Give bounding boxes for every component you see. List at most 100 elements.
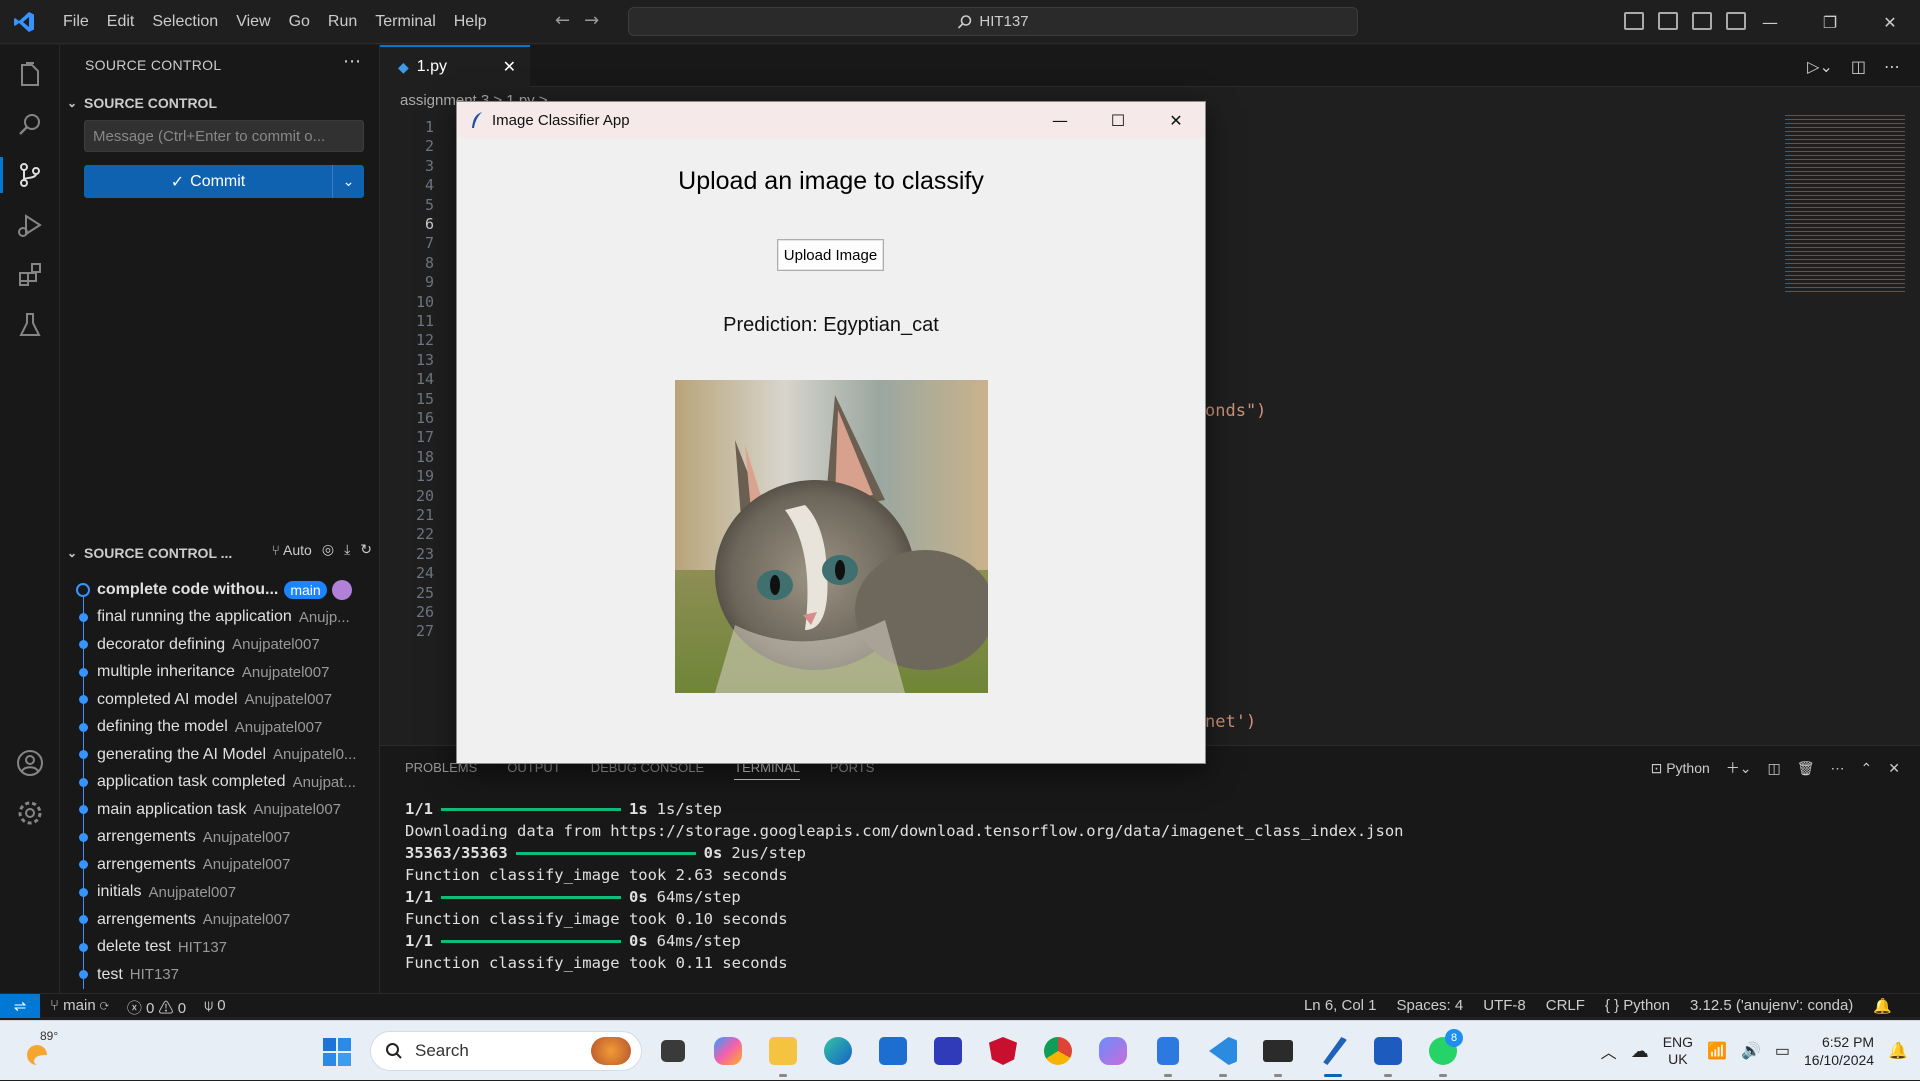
maximize-icon[interactable]: ❐ [1800,0,1860,44]
close-panel-icon[interactable]: ✕ [1888,760,1900,777]
toggle-panel-icon[interactable] [1658,12,1678,30]
commit-row[interactable]: delete test HIT137 [60,933,380,961]
menu-item-edit[interactable]: Edit [98,13,144,31]
task-view-icon[interactable] [655,1031,691,1071]
problems-status[interactable]: ⓧ 0 ⚠ 0 [127,997,186,1018]
python-tk-feather-icon[interactable] [1315,1031,1351,1077]
minimize-icon[interactable]: — [1740,0,1800,44]
commit-row[interactable]: arrengements Anujpatel007 [60,906,380,934]
ports-status[interactable]: ⍦ 0 [204,997,226,1018]
settings-gear-icon[interactable] [12,795,48,831]
commit-dropdown-chevron-icon[interactable]: ⌄ [332,165,364,198]
windows-start-icon[interactable] [322,1037,352,1067]
chrome-icon[interactable] [1040,1031,1076,1071]
commit-button[interactable]: ✓ Commit [84,165,332,198]
encoding[interactable]: UTF-8 [1483,997,1526,1015]
onedrive-icon[interactable]: ☁ [1631,1041,1649,1062]
volume-icon[interactable]: 🔊 [1741,1041,1761,1061]
toggle-primary-sidebar-icon[interactable] [1624,12,1644,30]
notification-bell-icon[interactable]: 🔔 [1888,1041,1908,1061]
forward-arrow-icon[interactable]: → [584,10,599,31]
commit-row[interactable]: generating the AI Model Anujpatel0... [60,741,380,769]
microsoft-store-icon[interactable] [875,1031,911,1071]
branch-auto-toggle[interactable]: ⑂ Auto [272,542,312,558]
close-icon[interactable]: ✕ [1860,0,1920,44]
tab-1-py[interactable]: ◆ 1.py ✕ [380,45,530,87]
commit-row[interactable]: arrengements Anujpatel007 [60,851,380,879]
commit-row[interactable]: main application task Anujpatel007 [60,796,380,824]
run-python-icon[interactable]: ▷⌄ [1807,57,1833,76]
split-editor-icon[interactable]: ◫ [1851,57,1866,76]
terminal-taskbar-icon[interactable] [1260,1031,1296,1077]
notifications-bell-icon[interactable]: 🔔 [1873,997,1892,1015]
math-app-icon[interactable] [930,1031,966,1071]
terminal-output[interactable]: 1/1 1s 1s/step Downloading data from https:… [405,798,1404,974]
menu-item-go[interactable]: Go [280,13,319,31]
commit-row[interactable]: decorator defining Anujpatel007 [60,631,380,659]
dialog-close-icon[interactable]: ✕ [1147,102,1205,138]
testing-flask-icon[interactable] [12,307,48,343]
upload-image-button[interactable]: Upload Image [777,239,884,271]
clock[interactable]: 6:52 PM 16/10/2024 [1804,1033,1874,1069]
target-icon[interactable]: ◎ [322,541,334,558]
panel-more-icon[interactable]: ⋯ [1831,760,1845,777]
weather-widget[interactable]: 89° [22,1029,68,1073]
commit-message-input[interactable]: Message (Ctrl+Enter to commit o... [84,120,364,152]
dialog-title-bar[interactable]: Image Classifier App — ☐ ✕ [457,102,1205,138]
commit-row[interactable]: multiple inheritance Anujpatel007 [60,658,380,686]
notepad-icon[interactable] [1150,1031,1186,1077]
language-indicator[interactable]: ENG UK [1663,1034,1693,1068]
fetch-icon[interactable]: ⤓ [344,541,350,558]
accounts-icon[interactable] [12,745,48,781]
python-interpreter[interactable]: 3.12.5 ('anujenv': conda) [1690,997,1853,1015]
maximize-panel-icon[interactable]: ⌃ [1861,760,1873,777]
end-of-line[interactable]: CRLF [1546,997,1585,1015]
wifi-icon[interactable]: 📶 [1707,1041,1727,1061]
dialog-minimize-icon[interactable]: — [1031,102,1089,138]
menu-item-view[interactable]: View [227,13,279,31]
commit-row[interactable]: arrengements Anujpatel007 [60,823,380,851]
menu-item-terminal[interactable]: Terminal [366,13,444,31]
menu-item-selection[interactable]: Selection [143,13,227,31]
terminal-shell-selector[interactable]: ⊡ Python [1651,760,1710,777]
menu-item-help[interactable]: Help [445,13,496,31]
commit-row[interactable]: final running the application Anujp... [60,603,380,631]
copilot-icon[interactable] [710,1031,746,1071]
editor-more-icon[interactable]: ⋯ [1884,57,1900,76]
toggle-secondary-sidebar-icon[interactable] [1692,12,1712,30]
run-debug-icon[interactable] [12,207,48,243]
refresh-icon[interactable]: ↻ [360,541,372,558]
command-center-search[interactable]: HIT137 [628,7,1358,36]
language-mode[interactable]: { } Python [1605,997,1670,1015]
commit-row[interactable]: test HIT137 [60,961,380,989]
vscode-taskbar-icon[interactable] [1205,1031,1241,1077]
commit-row[interactable]: completed AI model Anujpatel007 [60,686,380,714]
battery-icon[interactable]: ▭ [1775,1041,1790,1061]
explorer-icon[interactable] [12,57,48,93]
commit-row[interactable]: complete code withou... main [60,576,380,604]
edge-browser-icon[interactable] [820,1031,856,1071]
search-activity-icon[interactable] [12,107,48,143]
taskbar-search[interactable]: Search [370,1031,642,1071]
trash-icon[interactable]: 🗑 [1797,760,1815,777]
menu-item-file[interactable]: File [54,13,98,31]
source-control-icon[interactable] [0,157,48,193]
commit-row[interactable]: initials Anujpatel007 [60,878,380,906]
menu-item-run[interactable]: Run [319,13,366,31]
commit-row[interactable]: defining the model Anujpatel007 [60,713,380,741]
copilot-app-icon[interactable] [1095,1031,1131,1071]
source-control-section-header[interactable]: ⌄ SOURCE CONTROL [60,91,380,115]
close-tab-icon[interactable]: ✕ [503,57,516,77]
new-terminal-icon[interactable]: ＋⌄ [1726,758,1752,778]
word-icon[interactable] [1370,1031,1406,1077]
indentation[interactable]: Spaces: 4 [1397,997,1464,1015]
cursor-position[interactable]: Ln 6, Col 1 [1304,997,1377,1015]
commit-row[interactable]: application task completed Anujpat... [60,768,380,796]
remote-indicator-icon[interactable]: ⇌ [0,994,40,1018]
minimap[interactable] [1785,115,1905,295]
whatsapp-icon[interactable]: 8 [1425,1029,1463,1077]
mcafee-icon[interactable] [985,1031,1021,1071]
file-explorer-icon[interactable] [765,1031,801,1077]
graph-section-header[interactable]: ⌄ SOURCE CONTROL ... ⑂ Auto ◎ ⤓ ↻ [60,541,380,565]
split-terminal-icon[interactable]: ◫ [1768,760,1781,777]
